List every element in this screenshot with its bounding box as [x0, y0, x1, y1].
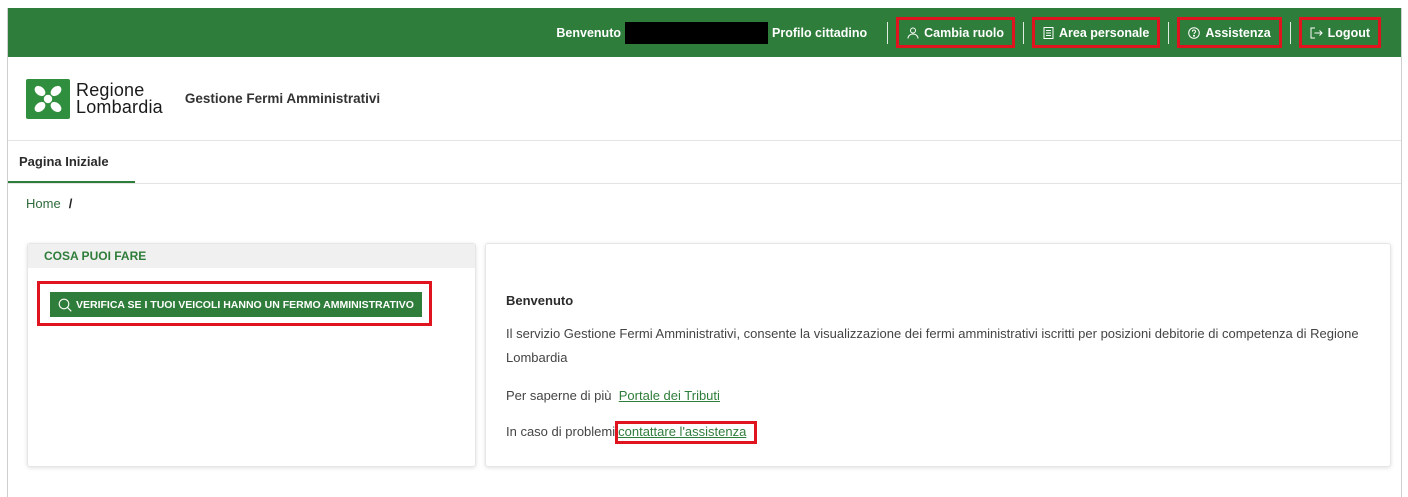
help-circle-icon [1188, 26, 1201, 39]
change-role-label: Cambia ruolo [924, 25, 1005, 40]
what-you-can-do-card: COSA PUOI FARE VERIFICA SE I TUOI VEICOL… [27, 243, 476, 467]
divider [1023, 21, 1025, 44]
tab-home-page[interactable]: Pagina Iniziale [8, 141, 135, 183]
contact-assistance-link[interactable]: contattare l'assistenza [618, 424, 746, 439]
logo-line-2: Lombardia [76, 96, 163, 117]
logout-link[interactable]: Logout [1298, 17, 1381, 48]
main-nav: Pagina Iniziale [8, 141, 1401, 184]
profile-label: Profilo cittadino [772, 25, 868, 40]
personal-area-link[interactable]: Area personale [1032, 17, 1161, 48]
personal-area-label: Area personale [1059, 25, 1150, 40]
logout-label: Logout [1327, 25, 1370, 40]
logo-text: Regione Lombardia [76, 79, 163, 117]
welcome-card: Benvenuto Il servizio Gestione Fermi Amm… [485, 243, 1391, 467]
action-highlight-box: VERIFICA SE I TUOI VEICOLI HANNO UN FERM… [37, 281, 432, 326]
verify-vehicles-button[interactable]: VERIFICA SE I TUOI VEICOLI HANNO UN FERM… [50, 292, 422, 317]
logo-mark-icon [26, 78, 70, 119]
logout-icon [1310, 27, 1323, 38]
divider [1168, 21, 1170, 44]
logo-line-1: Regione [76, 79, 145, 100]
problems-line: In caso di problemi contattare l'assisten… [506, 421, 1376, 444]
divider [1289, 21, 1291, 44]
breadcrumb-separator: / [68, 196, 73, 211]
page-frame: Benvenuto Profilo cittadino Cambia ruolo… [7, 8, 1402, 497]
more-info-prefix: Per saperne di più [506, 388, 612, 403]
verify-vehicles-label: VERIFICA SE I TUOI VEICOLI HANNO UN FERM… [76, 298, 414, 311]
welcome-title: Benvenuto [506, 293, 574, 308]
welcome-area: Benvenuto Profilo cittadino [556, 21, 879, 44]
tax-portal-link[interactable]: Portale dei Tributi [619, 388, 720, 403]
header: Regione Lombardia Gestione Fermi Amminis… [8, 57, 1401, 141]
redacted-username [625, 21, 768, 44]
more-info-line: Per saperne di più Portale dei Tributi [506, 388, 1376, 403]
contact-link-highlight: contattare l'assistenza [615, 421, 758, 444]
breadcrumb: Home / [26, 196, 72, 211]
change-role-link[interactable]: Cambia ruolo [896, 17, 1016, 48]
top-bar: Benvenuto Profilo cittadino Cambia ruolo… [8, 8, 1401, 57]
document-icon [1043, 26, 1054, 39]
assistance-label: Assistenza [1205, 25, 1271, 40]
welcome-content: Benvenuto Il servizio Gestione Fermi Amm… [506, 293, 1376, 460]
problems-prefix: In caso di problemi [506, 424, 616, 439]
user-icon [907, 27, 919, 39]
regione-lombardia-logo[interactable]: Regione Lombardia [26, 78, 163, 119]
welcome-label: Benvenuto [556, 25, 621, 40]
assistance-link[interactable]: Assistenza [1177, 17, 1282, 48]
search-icon [58, 298, 72, 312]
breadcrumb-home[interactable]: Home [26, 196, 61, 211]
service-description: Il servizio Gestione Fermi Amministrativ… [506, 326, 1359, 365]
card-heading: COSA PUOI FARE [28, 244, 475, 268]
divider [887, 21, 889, 44]
app-title: Gestione Fermi Amministrativi [184, 91, 381, 106]
